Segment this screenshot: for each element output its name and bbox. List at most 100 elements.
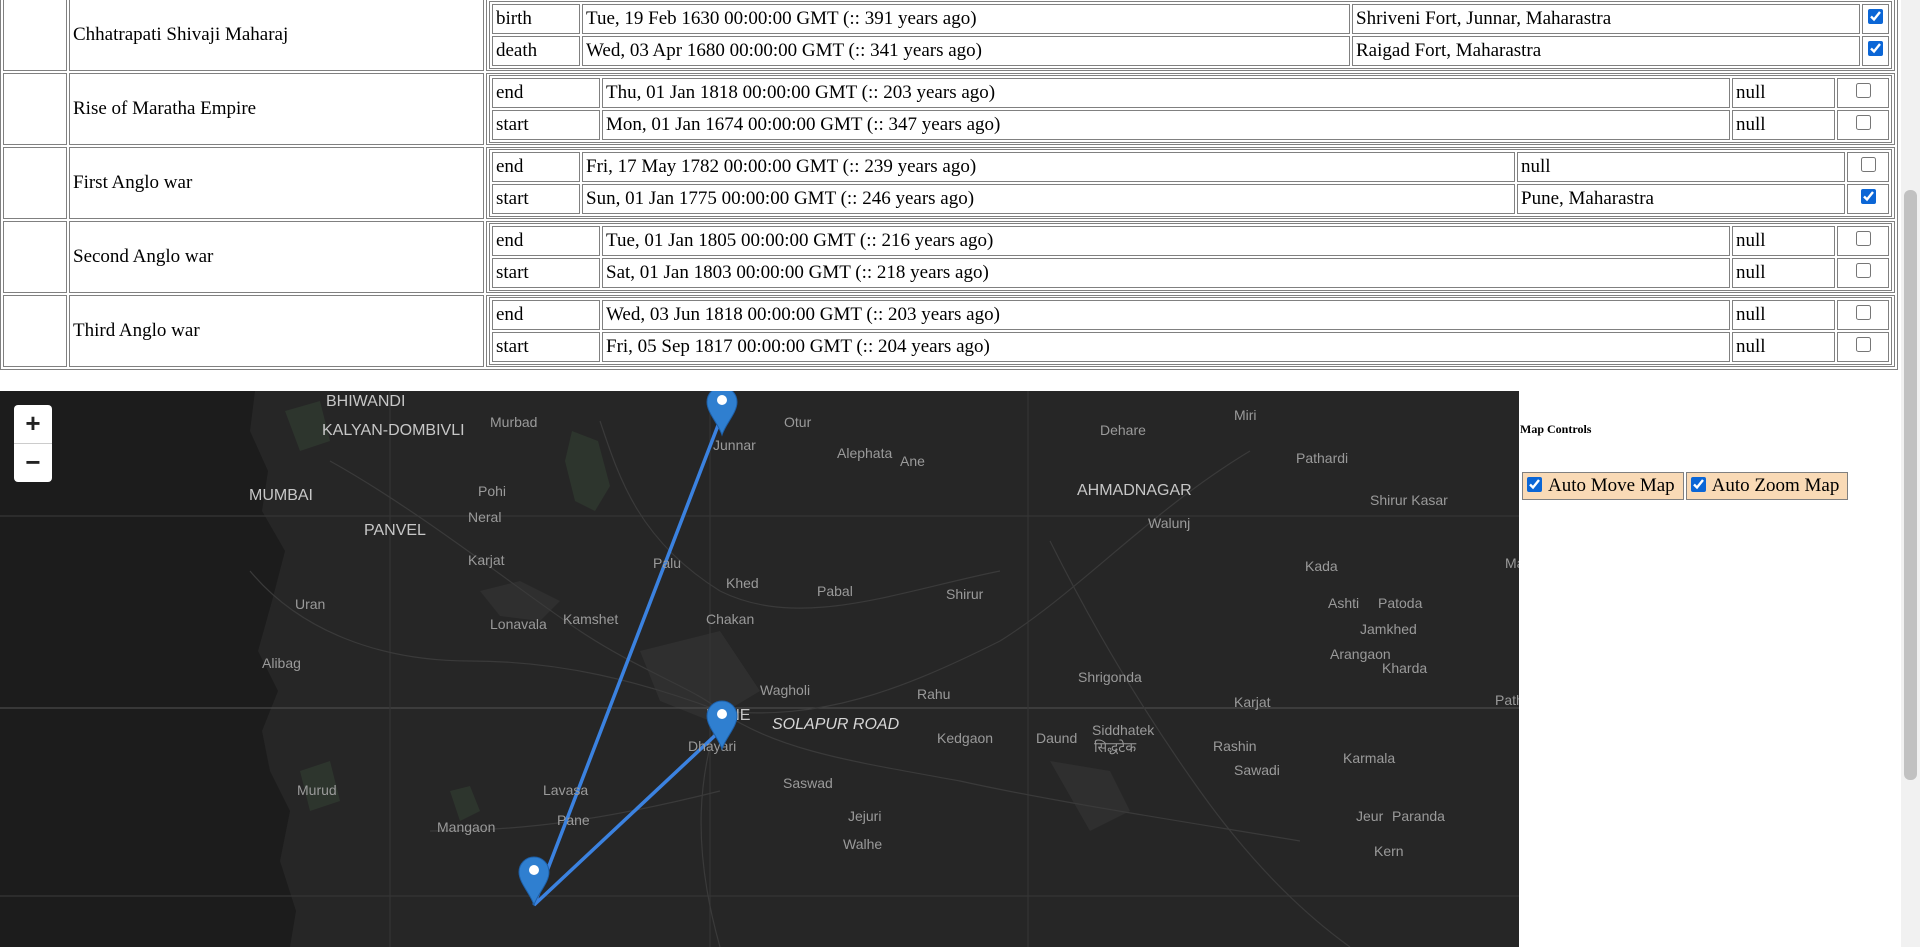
map-marker-icon[interactable] (706, 391, 738, 437)
map-label: Kada (1305, 558, 1338, 574)
event-type: end (492, 78, 600, 108)
map-label: Jamkhed (1360, 621, 1417, 637)
map-label: Junnar (713, 437, 756, 453)
event-show-checkbox[interactable] (1855, 337, 1871, 352)
map-label: PANVEL (364, 522, 426, 539)
map-label: Ma (1505, 555, 1519, 571)
event-name: First Anglo war (69, 147, 484, 219)
events-table: Chhatrapati Shivaji Maharaj birth Tue, 19 … (0, 0, 1898, 370)
event-show-cell (1837, 300, 1889, 330)
event-type: start (492, 258, 600, 288)
map-label: Saswad (783, 775, 833, 791)
event-date: Mon, 01 Jan 1674 00:00:00 GMT (:: 347 ye… (602, 110, 1730, 140)
map-label: Alibag (262, 655, 301, 671)
map-label: Sawadi (1234, 762, 1280, 778)
event-show-checkbox[interactable] (1855, 231, 1871, 246)
map-label: Murbad (490, 414, 537, 430)
event-date: Fri, 05 Sep 1817 00:00:00 GMT (:: 204 ye… (602, 332, 1730, 362)
auto-zoom-label: Auto Zoom Map (1711, 475, 1840, 496)
map-label: Patoda (1378, 595, 1423, 611)
event-type: start (492, 110, 600, 140)
event-group: Rise of Maratha Empire end Thu, 01 Jan 181… (3, 73, 1895, 145)
map-label: Walhe (843, 836, 882, 852)
zoom-in-button[interactable]: + (14, 405, 52, 444)
event-show-checkbox[interactable] (1868, 41, 1883, 56)
event-show-checkbox[interactable] (1868, 9, 1883, 24)
zoom-out-button[interactable]: − (14, 444, 52, 482)
map-label: Uran (295, 596, 325, 612)
scrollbar-thumb[interactable] (1904, 190, 1917, 780)
map-labels: BHIWANDI KALYAN-DOMBIVLI Murbad MUMBAI Pohi N… (249, 393, 1519, 859)
map-label: Dehare (1100, 422, 1146, 438)
event-type: start (492, 184, 580, 214)
map-label: Kedgaon (937, 730, 993, 746)
event-spacer-cell (3, 295, 67, 367)
map-view[interactable]: BHIWANDI KALYAN-DOMBIVLI Murbad MUMBAI Pohi N… (0, 391, 1519, 947)
event-spacer-cell (3, 73, 67, 145)
map-label: Pabal (817, 583, 853, 599)
event-place: Shriveni Fort, Junnar, Maharastra (1352, 4, 1860, 34)
event-place: null (1732, 110, 1835, 140)
map-label: Lavasa (543, 782, 588, 798)
auto-move-option[interactable]: Auto Move Map (1522, 472, 1684, 500)
event-group: Second Anglo war end Tue, 01 Jan 1805 00:0… (3, 221, 1895, 293)
event-details-cell: end Tue, 01 Jan 1805 00:00:00 GMT (:: 216… (486, 221, 1895, 293)
event-date: Sat, 01 Jan 1803 00:00:00 GMT (:: 218 ye… (602, 258, 1730, 288)
event-spacer-cell (3, 0, 67, 71)
map-label: Shirur (946, 586, 984, 602)
event-place: null (1732, 258, 1835, 288)
map-label: Otur (784, 414, 812, 430)
event-show-cell (1862, 36, 1889, 66)
map-label: Palu (653, 555, 681, 571)
map-label: SOLAPUR ROAD (772, 716, 900, 733)
event-date: Wed, 03 Jun 1818 00:00:00 GMT (:: 203 ye… (602, 300, 1730, 330)
auto-zoom-checkbox[interactable] (1690, 477, 1706, 492)
event-details-table: end Thu, 01 Jan 1818 00:00:00 GMT (:: 203… (489, 75, 1892, 143)
auto-zoom-option[interactable]: Auto Zoom Map (1685, 472, 1849, 500)
event-place: Pune, Maharastra (1517, 184, 1845, 214)
map-label: Ane (900, 453, 925, 469)
map-label: Walunj (1148, 515, 1190, 531)
event-row: death Wed, 03 Apr 1680 00:00:00 GMT (:: 3… (492, 36, 1889, 66)
auto-move-checkbox[interactable] (1527, 477, 1542, 492)
event-row: start Sun, 01 Jan 1775 00:00:00 GMT (:: 2… (492, 184, 1889, 214)
event-date: Fri, 17 May 1782 00:00:00 GMT (:: 239 ye… (582, 152, 1515, 182)
event-type: end (492, 300, 600, 330)
event-show-cell (1837, 110, 1889, 140)
event-spacer-cell (3, 221, 67, 293)
event-group: Chhatrapati Shivaji Maharaj birth Tue, 19 … (3, 0, 1895, 71)
event-show-checkbox[interactable] (1855, 115, 1871, 130)
page-scrollbar[interactable] (1901, 0, 1920, 947)
event-show-checkbox[interactable] (1855, 263, 1871, 278)
event-details-cell: birth Tue, 19 Feb 1630 00:00:00 GMT (:: 3… (486, 0, 1895, 71)
event-show-checkbox[interactable] (1855, 83, 1871, 98)
map-label: Alephata (837, 445, 892, 461)
event-name: Third Anglo war (69, 295, 484, 367)
events-table-body: Chhatrapati Shivaji Maharaj birth Tue, 19 … (3, 0, 1895, 367)
event-type: start (492, 332, 600, 362)
event-show-cell (1847, 152, 1889, 182)
map-label: Karmala (1343, 750, 1395, 766)
map-canvas[interactable]: BHIWANDI KALYAN-DOMBIVLI Murbad MUMBAI Pohi N… (0, 391, 1519, 947)
event-show-checkbox[interactable] (1860, 189, 1876, 204)
map-label: Mangaon (437, 819, 495, 835)
map-label: Lonavala (490, 616, 547, 632)
event-date: Tue, 19 Feb 1630 00:00:00 GMT (:: 391 ye… (582, 4, 1350, 34)
map-label: Rahu (917, 686, 950, 702)
map-label: Miri (1234, 407, 1257, 423)
event-show-cell (1837, 258, 1889, 288)
event-name: Rise of Maratha Empire (69, 73, 484, 145)
map-label: Khed (726, 575, 759, 591)
event-show-checkbox[interactable] (1860, 157, 1876, 172)
map-label: Kern (1374, 843, 1404, 859)
map-label: AHMADNAGAR (1077, 482, 1192, 499)
map-label: Pane (557, 812, 590, 828)
map-label: Pathardi (1296, 450, 1348, 466)
map-marker-icon[interactable] (518, 856, 550, 907)
event-row: end Fri, 17 May 1782 00:00:00 GMT (:: 239… (492, 152, 1889, 182)
event-type: birth (492, 4, 580, 34)
event-type: death (492, 36, 580, 66)
event-place: null (1517, 152, 1845, 182)
event-show-checkbox[interactable] (1855, 305, 1871, 320)
map-label: KALYAN-DOMBIVLI (322, 422, 465, 439)
